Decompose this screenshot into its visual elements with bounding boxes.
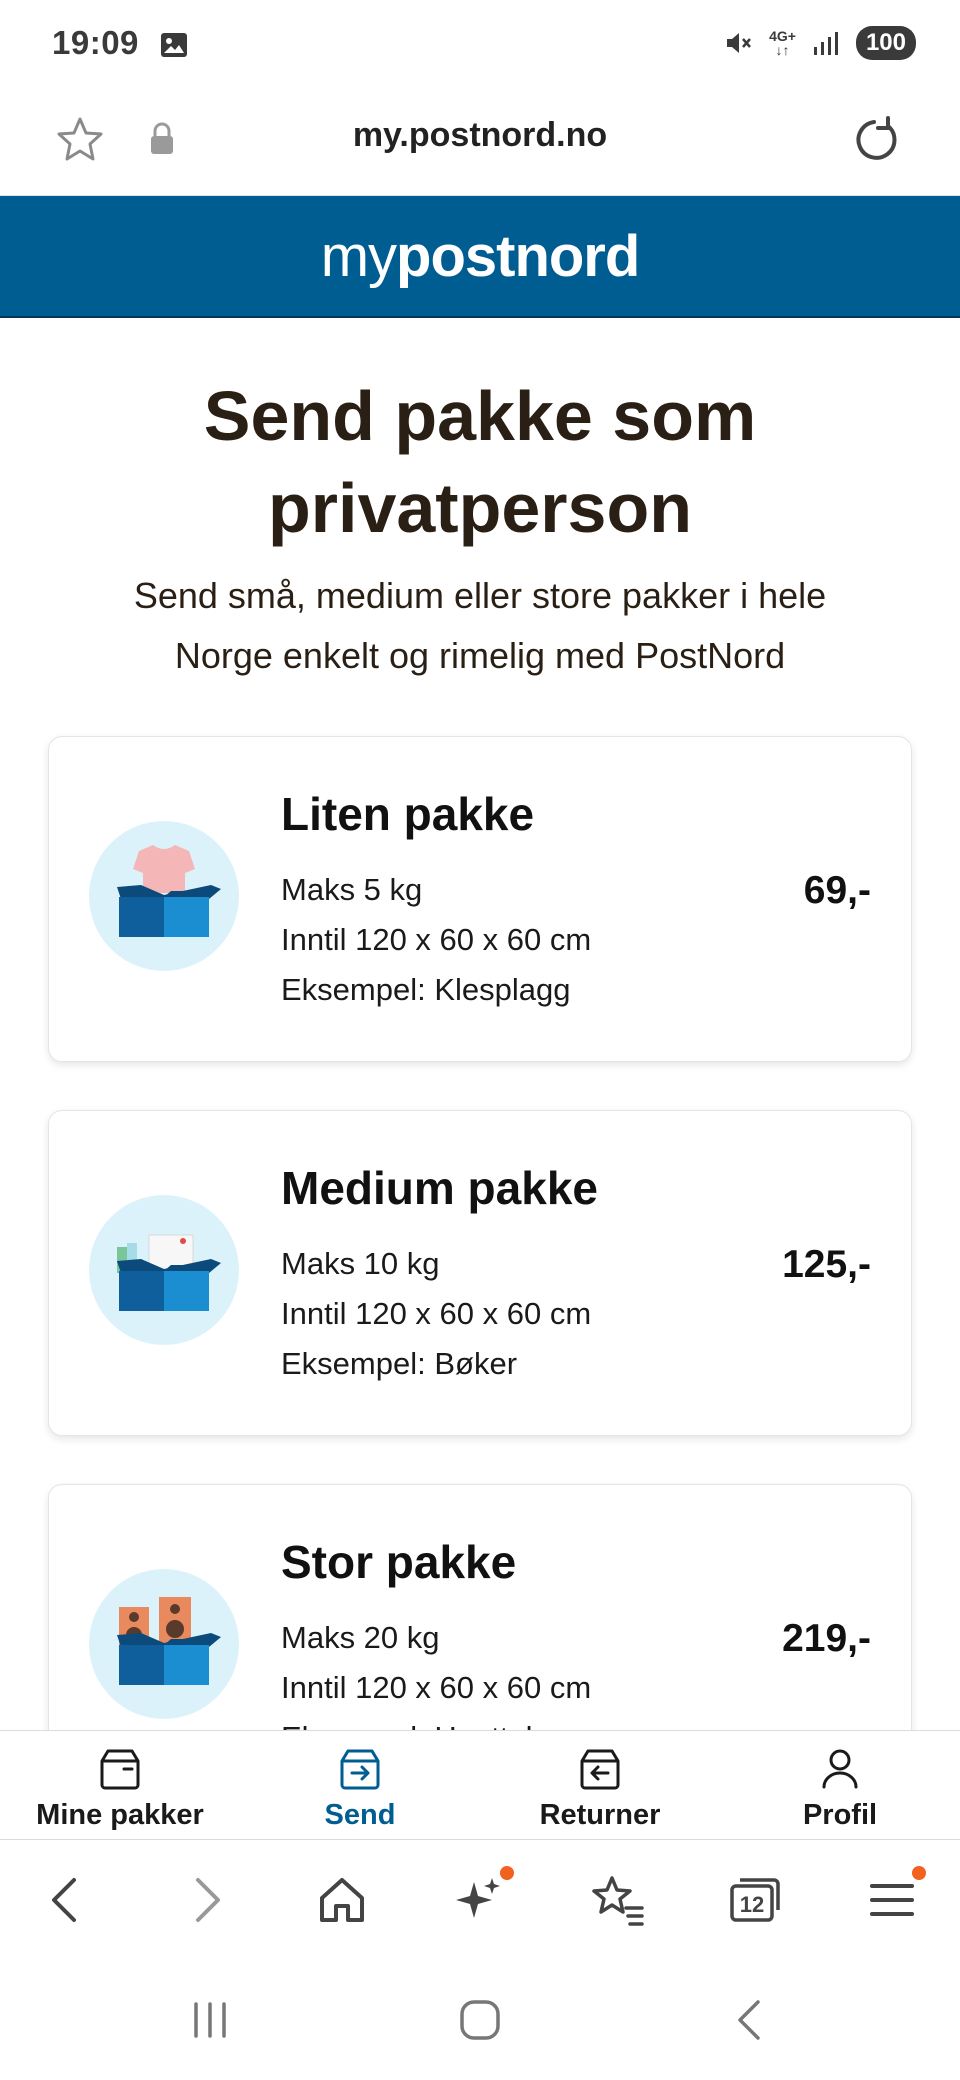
mute-icon [727,33,752,53]
package-weight: Maks 10 kg [281,1246,440,1281]
package-card-small[interactable]: Liten pakke Maks 5 kg Inntil 120 x 60 x … [48,736,912,1062]
mypostnord-logo[interactable]: mypostnord [321,223,641,290]
package-details: Maks 20 kg Inntil 120 x 60 x 60 cm Eksem… [281,1613,591,1730]
nav-label: Returner [539,1799,661,1831]
send-package-icon [340,1749,380,1790]
books-box-icon [89,1195,239,1345]
status-time: 19:09 [52,24,139,61]
back-icon[interactable] [36,1870,96,1930]
package-example: Eksempel: Høyttalere [281,1713,591,1730]
status-bar: 19:09 4G+ ↓↑ 100 [0,0,960,92]
tab-count: 12 [739,1892,765,1917]
package-icon [100,1749,140,1790]
package-card-medium[interactable]: Medium pakke Maks 10 kg Inntil 120 x 60 … [48,1110,912,1436]
package-weight: Maks 20 kg [281,1620,440,1655]
sparkle-notification-dot [500,1866,514,1880]
page-title: Send pakke som privatperson [203,377,757,547]
reload-icon[interactable] [848,112,904,168]
app-bottom-nav: Mine pakker Send Returner Profil [0,1730,960,1840]
bookmarks-icon[interactable] [588,1870,648,1930]
package-details: Maks 5 kg Inntil 120 x 60 x 60 cm Eksemp… [281,865,591,1015]
package-name: Stor pakke [281,1536,517,1588]
forward-icon[interactable] [176,1870,236,1930]
nav-send[interactable]: Send [240,1731,480,1839]
signal-icon [813,32,838,55]
back-nav-icon[interactable] [720,1990,780,2050]
tabs-button[interactable]: 12 [724,1870,784,1930]
package-price: 125,- [782,1243,871,1286]
nav-label: Send [324,1799,396,1831]
speakers-box-icon [89,1569,239,1719]
package-details: Maks 10 kg Inntil 120 x 60 x 60 cm Eksem… [281,1239,591,1389]
home-nav-icon[interactable] [450,1990,510,2050]
battery-indicator: 100 [855,26,916,60]
package-example: Eksempel: Bøker [281,1346,518,1381]
package-size: Inntil 120 x 60 x 60 cm [281,1670,592,1705]
recent-apps-icon[interactable] [180,1990,240,2050]
system-nav-bar [0,1960,960,2080]
package-name: Medium pakke [281,1162,598,1214]
person-icon [822,1749,858,1789]
nav-mine-pakker[interactable]: Mine pakker [0,1731,240,1839]
package-size: Inntil 120 x 60 x 60 cm [281,922,592,957]
package-card-large[interactable]: Stor pakke Maks 20 kg Inntil 120 x 60 x … [48,1484,912,1730]
site-header: mypostnord [0,196,960,318]
package-name: Liten pakke [281,788,535,840]
package-price: 219,- [782,1617,871,1660]
nav-profil[interactable]: Profil [720,1731,960,1839]
menu-icon[interactable] [862,1870,922,1930]
nav-label: Profil [802,1799,878,1831]
page-subtitle: Send små, medium eller store pakker i he… [133,575,827,676]
home-icon[interactable] [312,1870,372,1930]
clothing-box-icon [89,821,239,971]
url-text[interactable]: my.postnord.no [0,116,960,155]
main-content: Send pakke som privatperson Send små, me… [0,318,960,1730]
browser-url-bar[interactable]: my.postnord.no [0,92,960,196]
nav-returner[interactable]: Returner [480,1731,720,1839]
package-example: Eksempel: Klesplagg [281,972,571,1007]
network-indicator: 4G+ ↓↑ [769,28,796,58]
menu-notification-dot [912,1866,926,1880]
browser-toolbar: 12 [0,1840,960,1960]
sparkle-icon[interactable] [448,1870,508,1930]
image-notification-icon [161,33,187,57]
nav-label: Mine pakker [36,1799,204,1831]
return-package-icon [580,1749,620,1790]
package-size: Inntil 120 x 60 x 60 cm [281,1296,592,1331]
package-weight: Maks 5 kg [281,872,423,907]
package-price: 69,- [803,869,871,912]
